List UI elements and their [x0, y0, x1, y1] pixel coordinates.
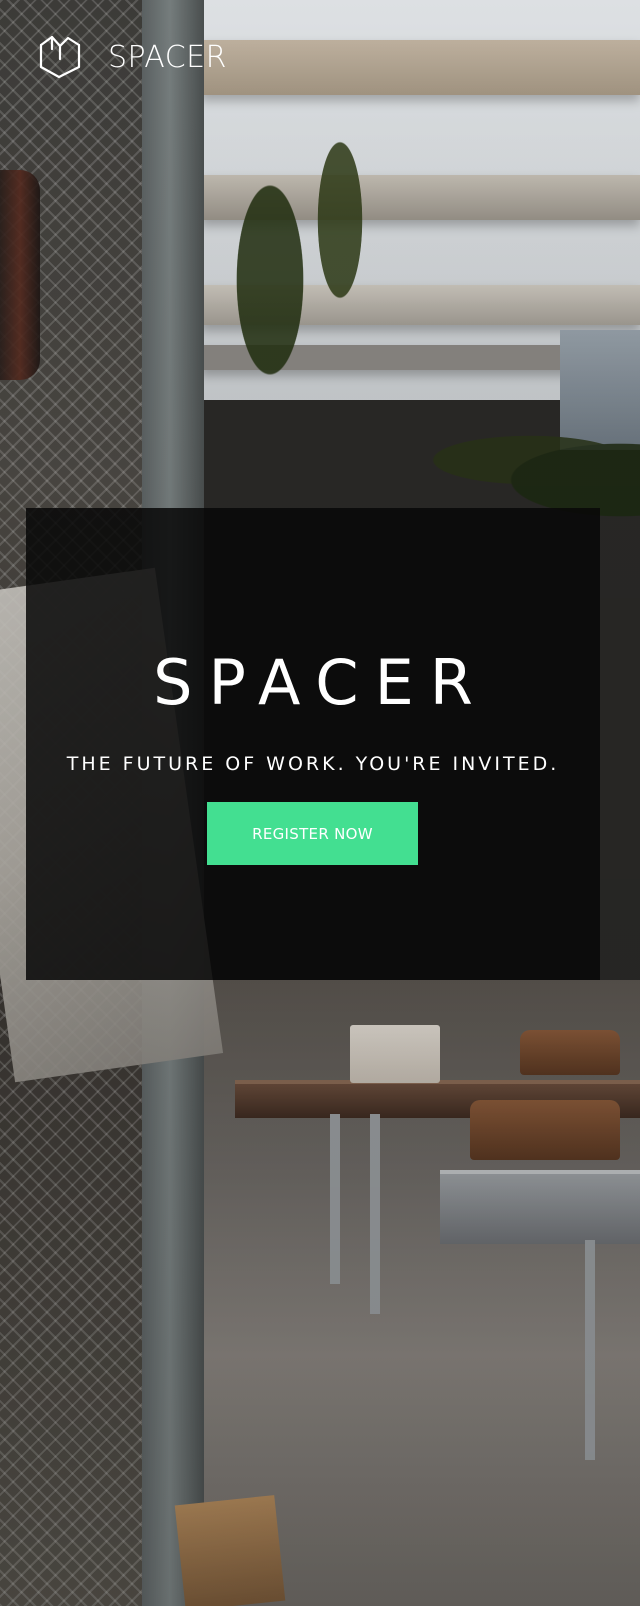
site-header: SPACER [38, 32, 227, 82]
hero-panel: SPACER THE FUTURE OF WORK. YOU'RE INVITE… [26, 508, 600, 980]
brand-name[interactable]: SPACER [108, 40, 227, 75]
hero-title: SPACER [153, 646, 489, 719]
hero-tagline: THE FUTURE OF WORK. YOU'RE INVITED. [66, 753, 560, 775]
m-cube-logo-icon[interactable] [38, 33, 82, 81]
register-now-button[interactable]: REGISTER NOW [207, 802, 418, 865]
